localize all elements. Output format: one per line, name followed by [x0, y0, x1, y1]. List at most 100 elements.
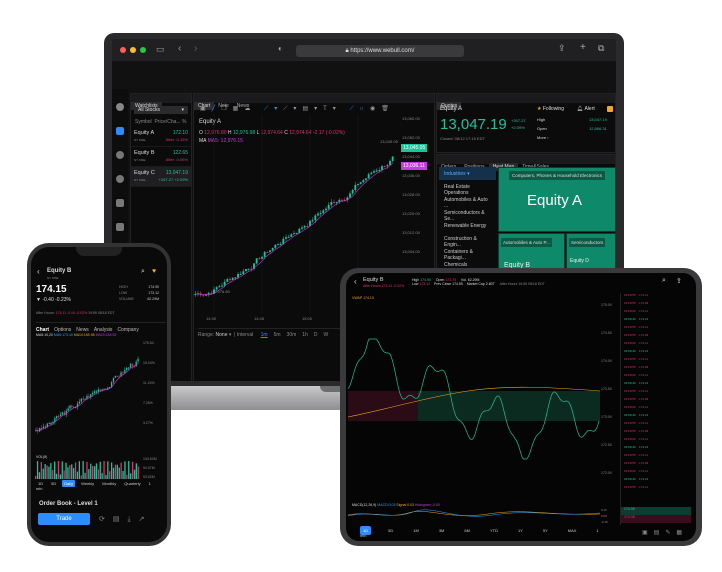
screener-icon[interactable]	[116, 199, 124, 207]
phone-period-weekly[interactable]: Weekly	[79, 480, 96, 487]
markets-icon[interactable]	[116, 127, 124, 135]
y-tick: 7.26%	[143, 401, 153, 405]
trade-row: 19:59:40 174.13	[624, 445, 649, 449]
quote-price: 13,047.19	[440, 116, 507, 133]
interval-W[interactable]: W	[323, 332, 328, 338]
candle	[129, 362, 132, 369]
watchlist-row[interactable]: Equity A NY MSE 172.10 After -0.15%	[131, 127, 191, 147]
phone-period-quarterly[interactable]: Quarterly	[122, 480, 142, 487]
trade-row: 19:59:55 174.11	[624, 453, 648, 457]
volume-bar	[130, 473, 132, 479]
more-menu-icon[interactable]	[607, 106, 613, 112]
candle	[239, 271, 242, 276]
search-icon[interactable]: ⌕	[662, 277, 666, 285]
tabs-overview-icon[interactable]: ⧉	[598, 43, 604, 54]
close-window-button[interactable]	[120, 47, 126, 53]
back-icon[interactable]: ‹	[354, 277, 357, 286]
chart-icon[interactable]	[116, 175, 124, 183]
share-icon[interactable]: ⇪	[558, 43, 566, 54]
follow-button[interactable]: ★ Following	[537, 106, 564, 112]
industry-item[interactable]: Real Estate Operations	[439, 180, 496, 196]
forward-icon[interactable]: ›	[194, 43, 197, 54]
interval-30m[interactable]: 30m	[287, 332, 297, 338]
minimize-window-button[interactable]	[130, 47, 136, 53]
range-dropdown[interactable]: None	[216, 332, 228, 338]
candle	[295, 232, 298, 234]
back-icon[interactable]: ‹	[178, 43, 181, 54]
tablet-period-1m[interactable]: 1M	[410, 526, 422, 535]
tablet-period-6m[interactable]: 6M	[461, 526, 473, 535]
maximize-window-button[interactable]	[140, 47, 146, 53]
new-tab-icon[interactable]: +	[580, 42, 586, 53]
address-bar[interactable]: 🔒︎ https://www.webull.com/	[296, 45, 464, 57]
volume-bar	[48, 466, 50, 479]
tablet-line-chart[interactable]	[348, 299, 600, 489]
tablet-period-ytd[interactable]: YTD	[487, 526, 501, 535]
watchlist-row[interactable]: Equity C NY MSE 13,047.19 +267.27 +2.09%	[131, 167, 191, 187]
col-pct[interactable]: %	[182, 119, 186, 125]
trade-row: 19:59:55 174.09	[624, 333, 649, 337]
phone-tab-company[interactable]: Company	[117, 327, 138, 333]
phone-action-icons[interactable]: ⟳▤⤓↗	[99, 515, 152, 524]
candle	[333, 199, 335, 204]
news-icon[interactable]	[116, 223, 124, 231]
candle	[319, 210, 322, 217]
phone-period-monthly[interactable]: Monthly	[100, 480, 118, 487]
tablet-period-5d[interactable]: 5D	[385, 526, 396, 535]
phone-period-5d[interactable]: 5D	[49, 480, 58, 487]
heatmap-tile-equity-a[interactable]: Computers, Phones & Household Electronic…	[498, 167, 616, 232]
interval-D[interactable]: D	[314, 332, 318, 338]
trade-button[interactable]: Trade	[38, 513, 90, 525]
candle	[287, 234, 290, 238]
search-icon[interactable]: ⌕	[141, 268, 145, 276]
alert-button[interactable]: 🔔︎ Alert	[577, 106, 595, 112]
tile-name: Equity D	[570, 258, 589, 264]
y-tick: 13,012.00	[402, 230, 420, 235]
candle	[293, 230, 295, 235]
interval-1m[interactable]: 1m	[261, 332, 268, 338]
tablet-period-3m[interactable]: 3M	[436, 526, 448, 535]
candle	[114, 375, 117, 378]
candle	[357, 183, 359, 187]
favorites-icon[interactable]	[116, 103, 124, 111]
candle	[215, 286, 218, 292]
high-label: High	[537, 117, 546, 122]
tablet-period-1y[interactable]: 1Y	[515, 526, 526, 535]
volume-bar	[74, 462, 77, 479]
quote-change: +267.27	[511, 118, 526, 123]
volume-bar	[93, 466, 96, 479]
sidebar-toggle-icon[interactable]: ▭	[156, 44, 165, 55]
industries-dropdown[interactable]: Industries ▾	[439, 167, 496, 180]
phone-period-daily[interactable]: Daily	[62, 480, 76, 487]
tablet-period-5y[interactable]: 5Y	[540, 526, 551, 535]
trade-row: 19:59:55 174.09	[624, 461, 649, 465]
back-icon[interactable]: ‹	[37, 267, 40, 276]
industry-item[interactable]: Construction & Engin...	[439, 232, 496, 248]
watchlist-row[interactable]: Equity B NY MSE 122.65 After -0.06%	[131, 147, 191, 167]
col-price[interactable]: Price/Cha...	[154, 119, 180, 125]
col-symbol[interactable]: Symbol	[135, 119, 152, 125]
more-link[interactable]: More ›	[537, 135, 549, 140]
tablet-period-max[interactable]: MAX	[565, 526, 580, 535]
book-row: 174.08	[621, 515, 691, 523]
interval-5m[interactable]: 5m	[274, 332, 281, 338]
volume-bar	[95, 463, 98, 479]
y-tick: 13,004.00	[402, 249, 420, 254]
interval-1h[interactable]: 1h	[302, 332, 308, 338]
volume-bar	[88, 469, 90, 479]
drawing-toolbar[interactable]: ▣╱❐▦☁ ⟋▾⟋▾▤▾T▾ ⟋∩◉🗑︎	[194, 103, 434, 113]
trade-row: 19:59:55 174.09	[624, 301, 649, 305]
phone-notch	[76, 247, 122, 256]
y-tick: 11.15%	[143, 381, 155, 385]
share-icon[interactable]: ⇪	[676, 277, 682, 285]
tablet-tool-icons[interactable]: ▣▤✎▦	[642, 529, 688, 536]
candle	[277, 242, 279, 246]
candle	[78, 398, 81, 405]
x-tick: 15:00	[302, 316, 313, 321]
globe-icon[interactable]	[116, 151, 124, 159]
volume-bar	[97, 469, 99, 479]
trade-row: 19:59:40 174.13	[624, 381, 649, 385]
phone-candlestick-chart[interactable]	[35, 339, 141, 439]
phone-price: 174.15	[36, 284, 67, 295]
heart-icon[interactable]: ♥	[152, 268, 156, 275]
